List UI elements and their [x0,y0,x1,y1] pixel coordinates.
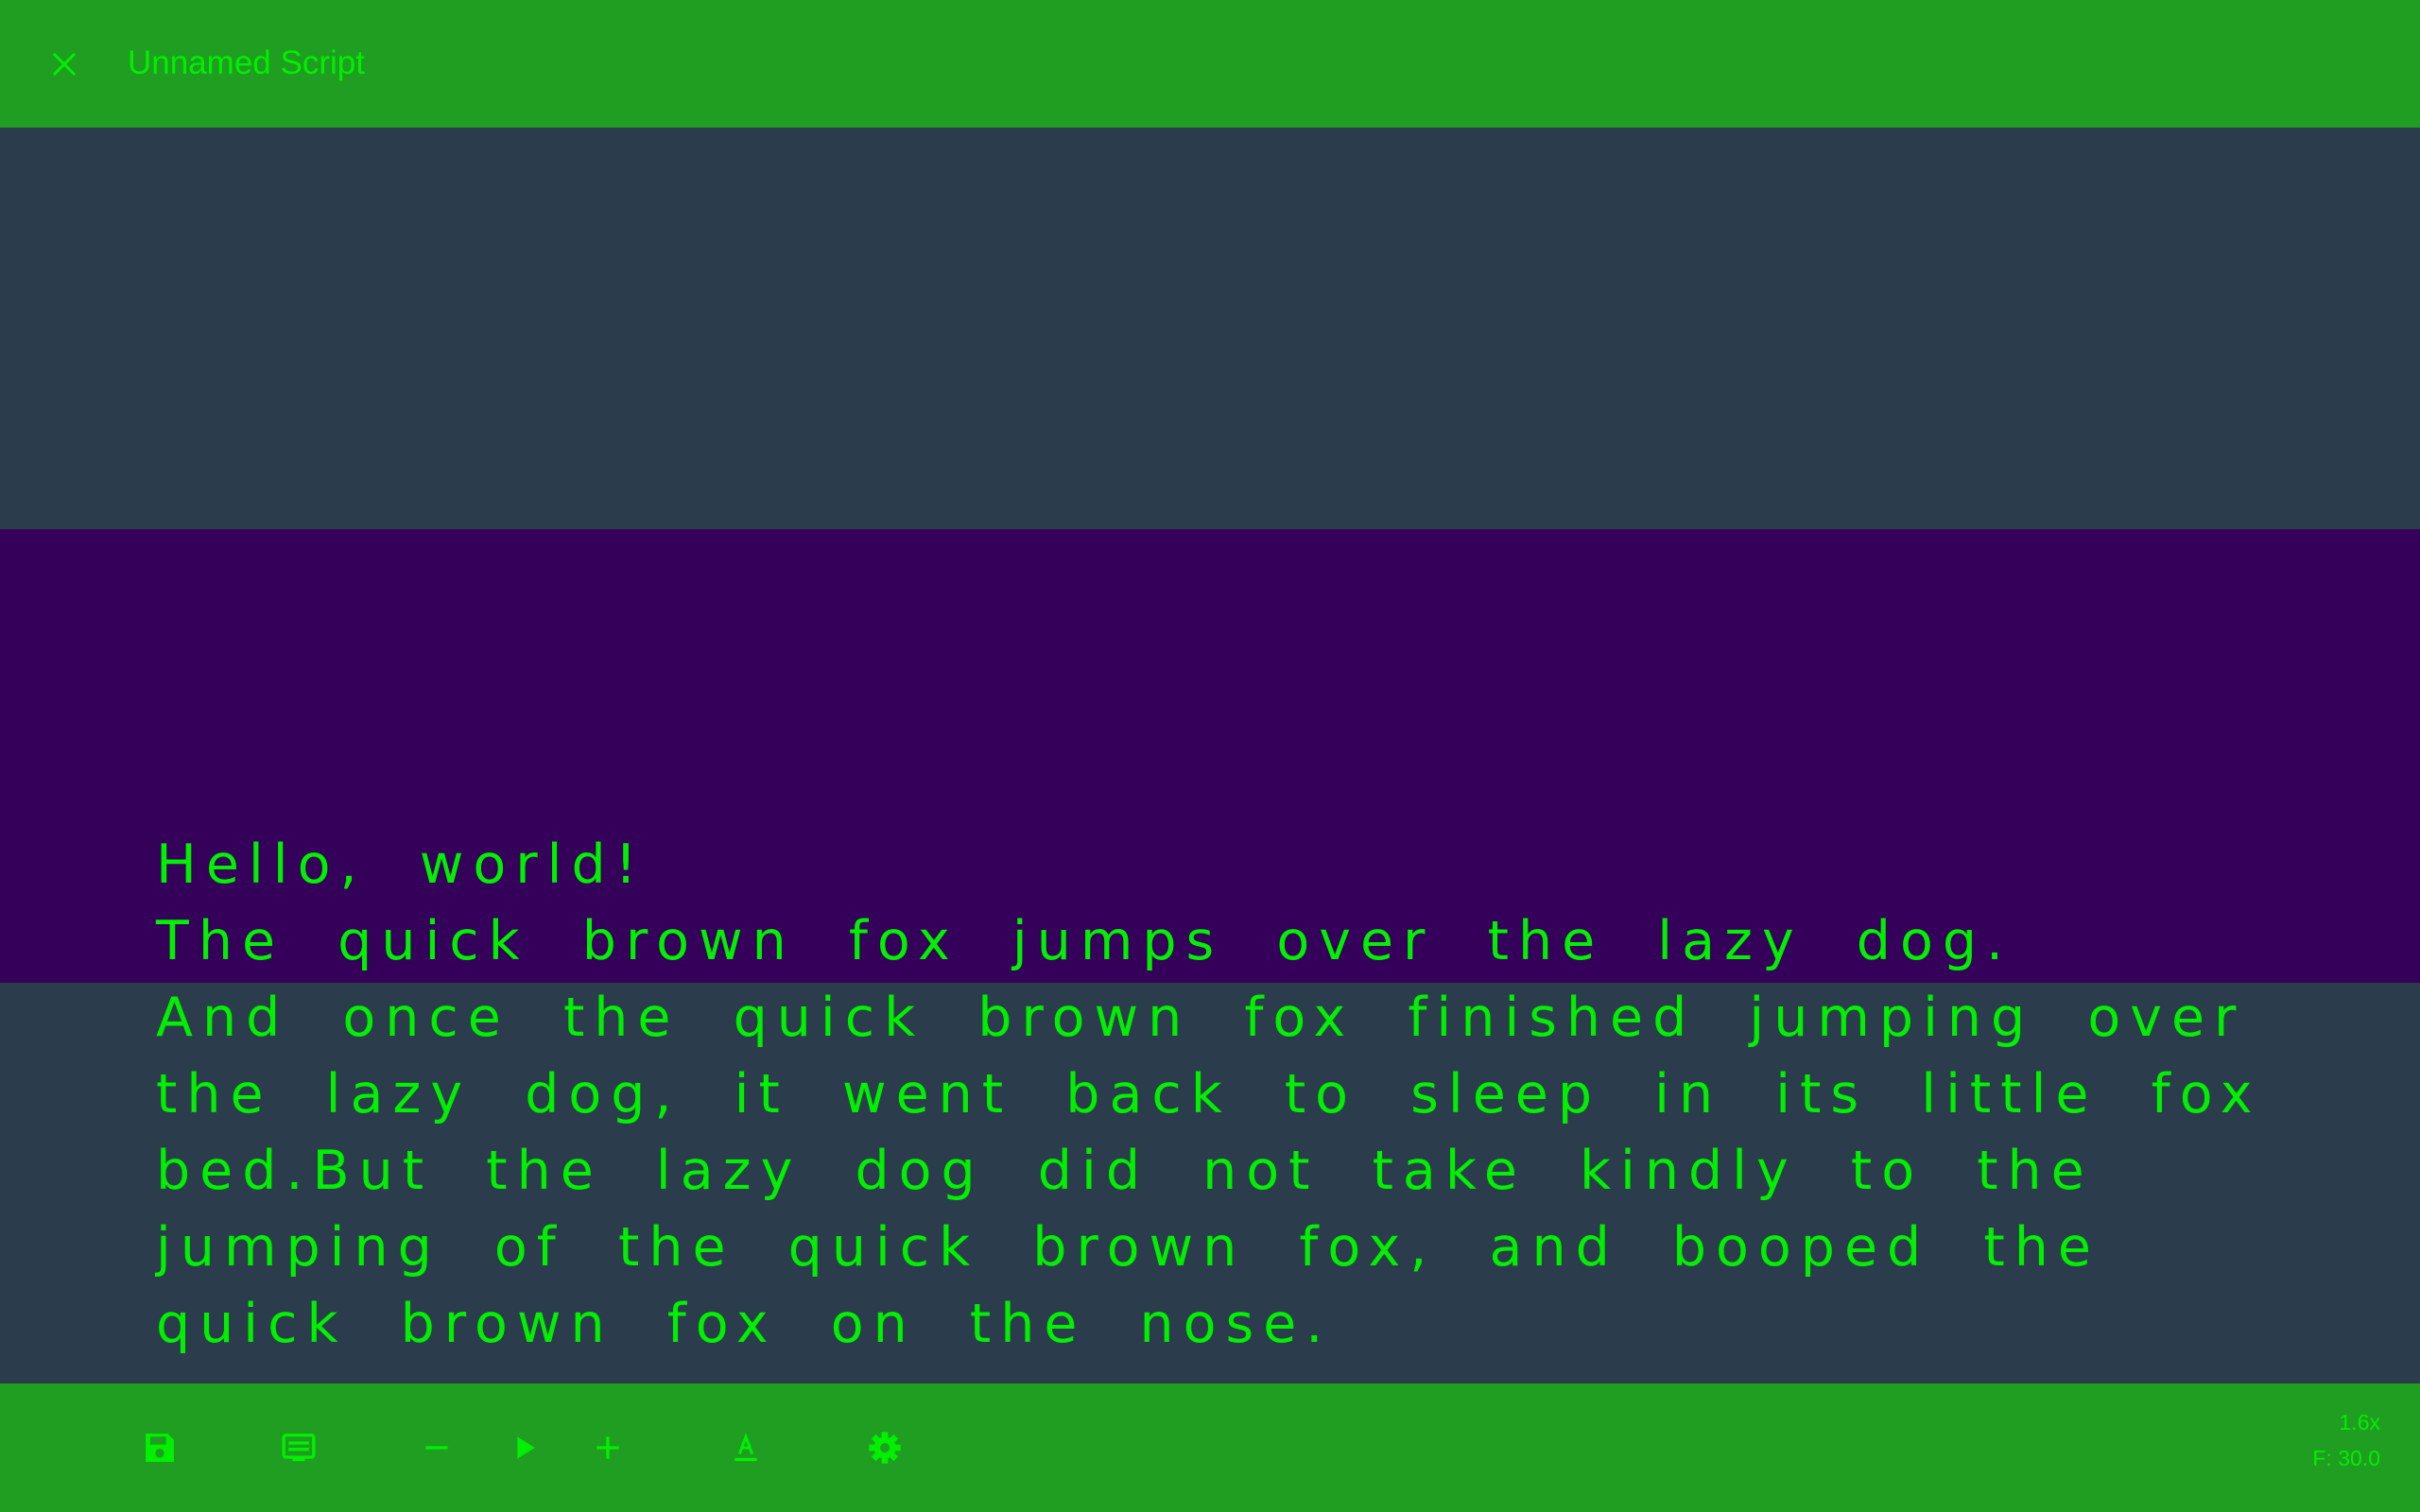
speed-readout: 1.6x F: 30.0 [2312,1404,2380,1476]
play-icon [517,1436,535,1459]
script-title[interactable]: Unnamed Script [128,40,365,87]
top-app-bar: Unnamed Script [0,0,2420,128]
gear-icon [869,1432,901,1464]
close-icon [52,52,77,77]
text-format-icon [735,1432,757,1462]
script-line: Hello, world! [156,833,647,896]
settings-button[interactable] [856,1419,913,1476]
increase-speed-button[interactable] [579,1419,636,1476]
prompter-view[interactable]: Hello, world! The quick brown fox jumps … [0,128,2420,1383]
text-format-button[interactable] [717,1419,774,1476]
script-paragraph: And once the quick brown fox finished ju… [156,987,2262,1355]
bottom-toolbar: 1.6x F: 30.0 [0,1383,2420,1512]
script-line: The quick brown fox jumps over the lazy … [156,910,2014,972]
play-button[interactable] [495,1419,552,1476]
speed-value: 1.6x [2339,1410,2380,1435]
subtitles-icon [282,1434,316,1462]
teleprompter-app: Unnamed Script Hello, world! The quick b… [0,0,2420,1512]
save-icon [146,1434,174,1462]
script-text: Hello, world! The quick brown fox jumps … [156,827,2292,1363]
save-button[interactable] [131,1419,188,1476]
plus-icon [596,1436,619,1459]
mirror-toggle-button[interactable] [270,1419,327,1476]
font-size-value: F: 30.0 [2312,1446,2380,1470]
decrease-speed-button[interactable] [408,1419,465,1476]
close-button[interactable] [36,36,93,93]
minus-icon [425,1446,448,1450]
